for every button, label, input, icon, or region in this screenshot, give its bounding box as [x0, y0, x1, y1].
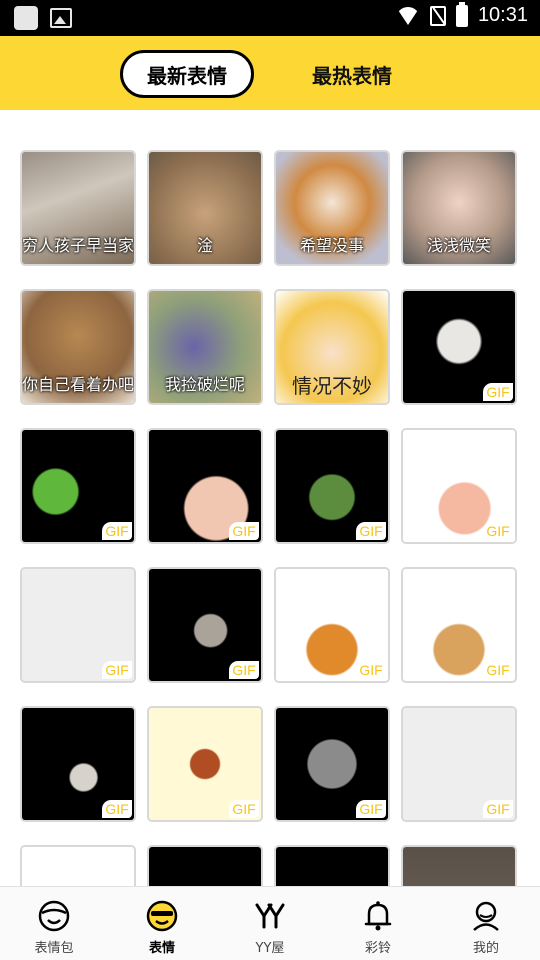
gif-badge: GIF: [102, 800, 132, 818]
bell-icon: [364, 901, 392, 931]
sticker-image: [276, 847, 388, 886]
sticker-tile[interactable]: 希望没事: [274, 150, 390, 266]
status-bar: 10:31: [0, 0, 540, 36]
sticker-tile[interactable]: [147, 845, 263, 886]
app-root: 10:31 最新表情 最热表情 穷人孩子早当家淦希望没事 浅浅微笑 你自己看着办吧我…: [0, 0, 540, 960]
nav-label: YY屋: [255, 941, 285, 956]
sticker-tile[interactable]: [274, 845, 390, 886]
sticker-image: [22, 847, 134, 886]
tab-latest[interactable]: 最新表情: [120, 50, 254, 98]
sticker-grid: 穷人孩子早当家 淦 希望没事 浅浅微笑你自己看着办吧 我捡破烂呢 情况不妙 GIF GIF GI…: [20, 150, 520, 886]
gif-badge: GIF: [483, 522, 513, 540]
sticker-tile[interactable]: GIF: [401, 706, 517, 822]
sticker-tile[interactable]: GIF: [20, 428, 136, 544]
gif-badge: GIF: [102, 661, 132, 679]
sticker-caption: 情况不妙: [292, 374, 372, 398]
nav-label: 表情: [148, 941, 175, 956]
gif-badge: GIF: [229, 800, 259, 818]
sticker-tile[interactable]: GIF: [147, 567, 263, 683]
gif-badge: GIF: [356, 800, 386, 818]
nav-label: 彩铃: [364, 941, 391, 956]
gif-badge: GIF: [356, 522, 386, 540]
notification-app-icon: [14, 6, 38, 30]
sticker-tile[interactable]: [20, 845, 136, 886]
sticker-tile[interactable]: GIF: [274, 428, 390, 544]
smiley-face-icon: [38, 900, 70, 932]
sticker-caption: 我捡破烂呢: [164, 375, 245, 394]
sunglasses-face-icon: [146, 900, 178, 932]
sticker-tile[interactable]: GIF: [147, 706, 263, 822]
sticker-tile[interactable]: 情况不妙: [274, 289, 390, 405]
sticker-caption: 希望没事: [299, 236, 364, 255]
sticker-image: [403, 847, 515, 886]
no-sim-icon: [429, 5, 446, 26]
nav-label: 我的: [472, 941, 499, 956]
nav-item-emoji-pack[interactable]: 表情包: [0, 887, 108, 960]
sticker-tile[interactable]: 穷人孩子早当家: [20, 150, 136, 266]
sticker-image: [149, 847, 261, 886]
sticker-tile[interactable]: GIF: [274, 567, 390, 683]
gif-badge: GIF: [483, 661, 513, 679]
sticker-tile[interactable]: GIF: [147, 428, 263, 544]
sticker-tile[interactable]: [401, 845, 517, 886]
battery-icon: [455, 1, 468, 27]
sticker-tile[interactable]: GIF: [20, 706, 136, 822]
nav-item-yy-house[interactable]: YY屋: [216, 887, 324, 960]
sticker-tile[interactable]: GIF: [401, 428, 517, 544]
status-left: [14, 6, 72, 30]
nav-item-stickers[interactable]: 表情: [108, 887, 216, 960]
sticker-tile[interactable]: 我捡破烂呢: [147, 289, 263, 405]
sticker-tile[interactable]: GIF: [274, 706, 390, 822]
header-tabs: 最新表情 最热表情: [0, 36, 540, 110]
sticker-tile[interactable]: GIF: [401, 567, 517, 683]
sticker-caption: 穷人孩子早当家: [22, 236, 135, 255]
yy-logo-icon: [255, 903, 285, 929]
bottom-nav: 表情包 表情 YY屋 彩铃 我的: [0, 886, 540, 960]
sticker-tile[interactable]: 浅浅微笑: [401, 150, 517, 266]
gif-badge: GIF: [102, 522, 132, 540]
status-right: 10:31: [395, 1, 528, 27]
wifi-icon: [395, 6, 420, 25]
sticker-tile[interactable]: 淦: [147, 150, 263, 266]
clock: 10:31: [477, 4, 528, 26]
sticker-tile[interactable]: 你自己看着办吧: [20, 289, 136, 405]
nav-item-profile[interactable]: 我的: [432, 887, 540, 960]
sticker-tile[interactable]: GIF: [20, 567, 136, 683]
sticker-tile[interactable]: GIF: [401, 289, 517, 405]
nav-item-ringtone[interactable]: 彩铃: [324, 887, 432, 960]
nav-label: 表情包: [34, 941, 74, 956]
sticker-caption: 淦: [196, 236, 213, 255]
gif-badge: GIF: [229, 522, 259, 540]
gif-badge: GIF: [229, 661, 259, 679]
tab-hottest[interactable]: 最热表情: [290, 50, 414, 98]
gif-badge: GIF: [356, 661, 386, 679]
user-icon: [473, 901, 499, 931]
gif-badge: GIF: [483, 800, 513, 818]
sticker-caption: 浅浅微笑: [426, 236, 491, 255]
gif-badge: GIF: [483, 383, 513, 401]
image-notification-icon: [50, 8, 72, 28]
sticker-caption: 你自己看着办吧: [22, 375, 135, 394]
